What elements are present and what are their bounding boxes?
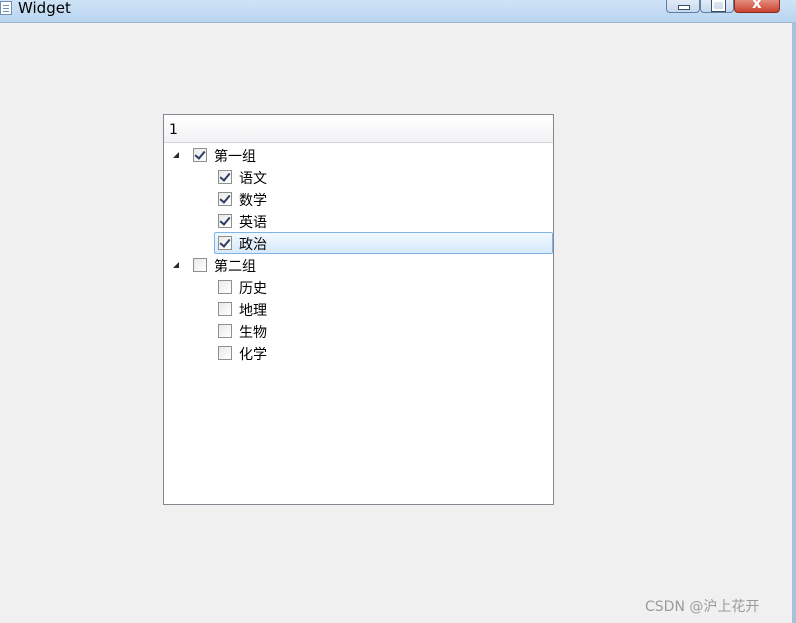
tree-item-row[interactable]: 生物 bbox=[164, 320, 553, 342]
group-checkbox[interactable] bbox=[193, 258, 207, 272]
tree-header[interactable]: 1 bbox=[164, 115, 553, 143]
item-checkbox[interactable] bbox=[218, 324, 232, 338]
tree-group-label: 第一组 bbox=[214, 149, 256, 165]
tree-group-label: 第二组 bbox=[214, 259, 256, 275]
watermark: CSDN @沪上花开 bbox=[645, 599, 760, 615]
close-button[interactable] bbox=[734, 0, 780, 13]
title-bar[interactable]: Widget bbox=[0, 0, 796, 23]
tree-item-row[interactable]: 英语 bbox=[164, 210, 553, 232]
window-border bbox=[792, 22, 796, 623]
tree-group-row[interactable]: 第一组 bbox=[164, 144, 553, 166]
tree-item-row[interactable]: 化学 bbox=[164, 342, 553, 364]
tree-item-row[interactable]: 语文 bbox=[164, 166, 553, 188]
tree-item-row[interactable]: 地理 bbox=[164, 298, 553, 320]
item-checkbox[interactable] bbox=[218, 302, 232, 316]
app-icon bbox=[0, 1, 12, 15]
app-window: Widget 1 第一组 语文 数学 英语 政治 bbox=[0, 0, 796, 623]
expand-arrow-icon[interactable] bbox=[173, 262, 179, 268]
tree-item-label: 地理 bbox=[239, 303, 267, 319]
tree-item-label: 生物 bbox=[239, 325, 267, 341]
item-checkbox[interactable] bbox=[218, 346, 232, 360]
window-title: Widget bbox=[18, 0, 71, 17]
item-checkbox[interactable] bbox=[218, 214, 232, 228]
tree-widget[interactable]: 1 第一组 语文 数学 英语 政治 第二组 历史 地理 生物 化学 bbox=[163, 114, 554, 505]
tree-item-label: 英语 bbox=[239, 215, 267, 231]
maximize-button[interactable] bbox=[700, 0, 734, 13]
group-checkbox[interactable] bbox=[193, 148, 207, 162]
minimize-button[interactable] bbox=[666, 0, 700, 13]
tree-item-label: 化学 bbox=[239, 347, 267, 363]
tree-item-label: 数学 bbox=[239, 193, 267, 209]
item-checkbox[interactable] bbox=[218, 192, 232, 206]
tree-item-label: 语文 bbox=[239, 171, 267, 187]
tree-item-row[interactable]: 历史 bbox=[164, 276, 553, 298]
item-checkbox[interactable] bbox=[218, 280, 232, 294]
expand-arrow-icon[interactable] bbox=[173, 152, 179, 158]
tree-item-label: 历史 bbox=[239, 281, 267, 297]
tree-group-row[interactable]: 第二组 bbox=[164, 254, 553, 276]
item-checkbox[interactable] bbox=[218, 236, 232, 250]
tree-item-row[interactable]: 数学 bbox=[164, 188, 553, 210]
tree-item-label: 政治 bbox=[239, 237, 267, 253]
tree-header-label: 1 bbox=[169, 122, 178, 138]
item-checkbox[interactable] bbox=[218, 170, 232, 184]
tree-item-row-selected[interactable]: 政治 bbox=[214, 232, 553, 254]
